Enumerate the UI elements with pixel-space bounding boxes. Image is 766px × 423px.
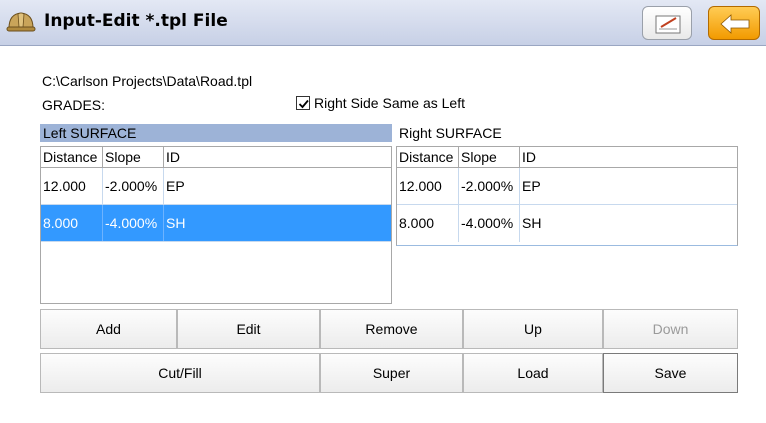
table-row-selected[interactable]: 8.000 -4.000% SH xyxy=(41,205,391,242)
table-row[interactable]: 12.000 -2.000% EP xyxy=(397,168,737,205)
save-button[interactable]: Save xyxy=(603,353,738,393)
cell-slope: -2.000% xyxy=(459,168,520,204)
window-title: Input-Edit *.tpl File xyxy=(44,11,228,31)
column-header-distance[interactable]: Distance xyxy=(41,147,103,167)
cell-id: SH xyxy=(522,215,542,231)
column-header-slope[interactable]: Slope xyxy=(459,147,520,167)
file-path: C:\Carlson Projects\Data\Road.tpl xyxy=(42,73,253,89)
left-surface-label: Left SURFACE xyxy=(40,124,392,142)
right-surface-label: Right SURFACE xyxy=(399,125,502,141)
cell-id: SH xyxy=(166,215,186,231)
edit-button[interactable]: Edit xyxy=(177,309,320,349)
signature-button[interactable] xyxy=(642,6,692,40)
add-button[interactable]: Add xyxy=(40,309,177,349)
cell-distance: 8.000 xyxy=(41,205,103,241)
table-header: Distance Slope ID xyxy=(41,147,391,168)
cell-distance: 8.000 xyxy=(397,205,459,242)
column-header-slope[interactable]: Slope xyxy=(103,147,164,167)
signature-icon xyxy=(655,15,681,34)
down-button: Down xyxy=(603,309,738,349)
checkmark-icon xyxy=(298,99,309,109)
title-bar: Input-Edit *.tpl File xyxy=(0,0,766,46)
table-header: Distance Slope ID xyxy=(397,147,737,168)
cell-distance: 12.000 xyxy=(41,168,103,204)
checkbox-box[interactable] xyxy=(296,96,310,110)
cell-id: EP xyxy=(522,178,541,194)
table-row[interactable]: 12.000 -2.000% EP xyxy=(41,168,391,205)
grades-label: GRADES: xyxy=(42,97,106,113)
load-button[interactable]: Load xyxy=(463,353,603,393)
right-same-as-left-label: Right Side Same as Left xyxy=(314,95,465,111)
table-row[interactable]: 8.000 -4.000% SH xyxy=(397,205,737,242)
hard-hat-icon xyxy=(6,12,36,32)
back-button[interactable] xyxy=(708,6,760,40)
super-button[interactable]: Super xyxy=(320,353,463,393)
right-same-as-left-checkbox[interactable]: Right Side Same as Left xyxy=(296,95,465,111)
up-button[interactable]: Up xyxy=(463,309,603,349)
cell-slope: -4.000% xyxy=(103,205,164,241)
cell-distance: 12.000 xyxy=(397,168,459,204)
back-arrow-icon xyxy=(720,14,750,34)
cell-slope: -4.000% xyxy=(459,205,520,242)
right-surface-table[interactable]: Distance Slope ID 12.000 -2.000% EP 8.00… xyxy=(396,146,738,246)
column-header-distance[interactable]: Distance xyxy=(397,147,459,167)
column-header-id[interactable]: ID xyxy=(520,147,737,167)
cell-id: EP xyxy=(166,178,185,194)
left-surface-table[interactable]: Distance Slope ID 12.000 -2.000% EP 8.00… xyxy=(40,146,392,304)
remove-button[interactable]: Remove xyxy=(320,309,463,349)
cell-slope: -2.000% xyxy=(103,168,164,204)
cut-fill-button[interactable]: Cut/Fill xyxy=(40,353,320,393)
column-header-id[interactable]: ID xyxy=(164,147,391,167)
